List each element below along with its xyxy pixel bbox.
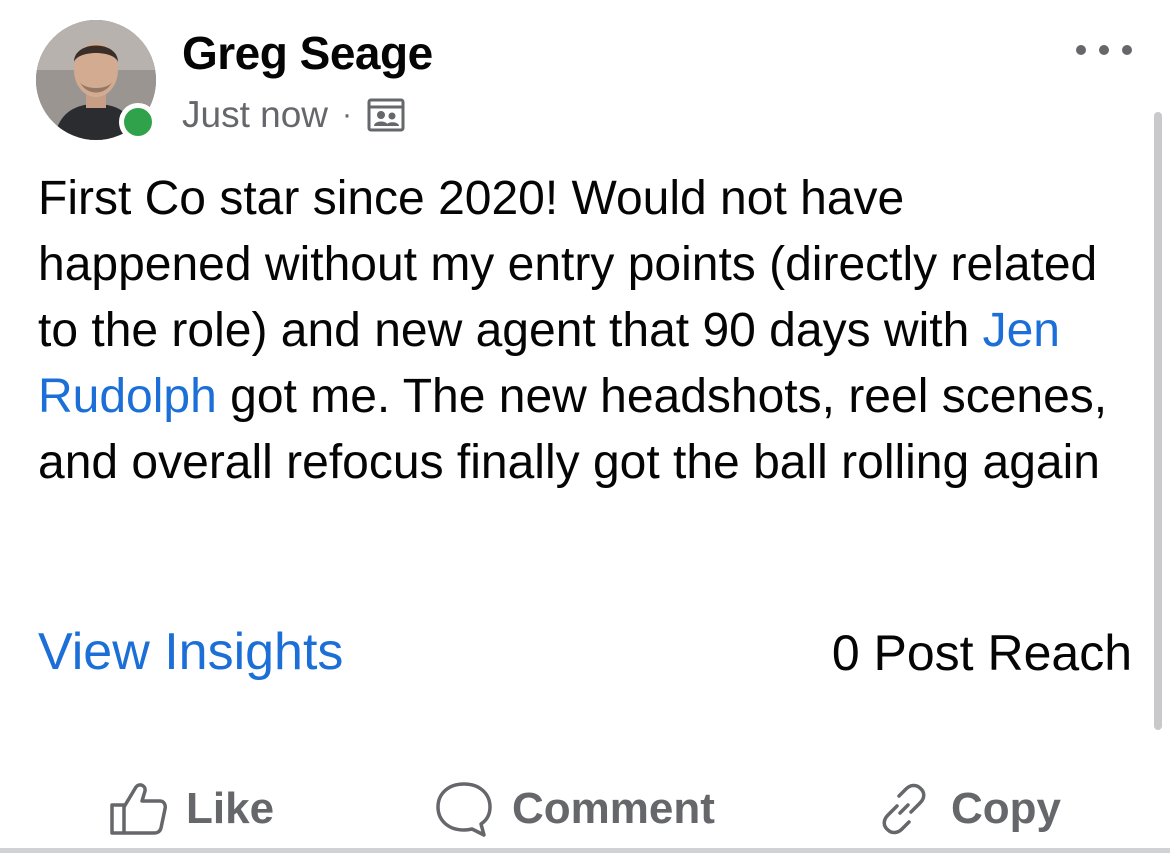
- post-card: Greg Seage Just now · First Co star sinc…: [0, 0, 1170, 853]
- more-dot: [1122, 45, 1132, 55]
- post-meta: Just now ·: [182, 92, 406, 138]
- scrollbar[interactable]: [1154, 112, 1162, 730]
- comment-label: Comment: [512, 784, 715, 833]
- like-label: Like: [186, 784, 275, 833]
- post-timestamp[interactable]: Just now: [182, 94, 328, 136]
- post-text-part1: First Co star since 2020! Would not have…: [38, 172, 1098, 357]
- copy-label: Copy: [951, 784, 1061, 833]
- meta-separator: ·: [342, 98, 353, 131]
- link-icon: [882, 783, 926, 835]
- copy-button[interactable]: Copy: [875, 774, 1061, 844]
- comment-bubble-icon: [436, 782, 492, 837]
- view-insights-link[interactable]: View Insights: [38, 622, 343, 682]
- post-reach-count: 0 Post Reach: [831, 625, 1132, 681]
- more-options-button[interactable]: [1076, 38, 1132, 62]
- post-text: First Co star since 2020! Would not have…: [38, 166, 1123, 496]
- thumbs-up-icon: [110, 783, 167, 835]
- divider: [0, 848, 1170, 853]
- author-name[interactable]: Greg Seage: [182, 26, 433, 80]
- more-dot: [1099, 45, 1109, 55]
- like-button[interactable]: Like: [108, 774, 274, 844]
- comment-button[interactable]: Comment: [434, 774, 715, 844]
- more-horizontal-icon: [1076, 45, 1086, 55]
- online-status-dot: [119, 103, 157, 141]
- photo-album-icon[interactable]: [366, 95, 406, 135]
